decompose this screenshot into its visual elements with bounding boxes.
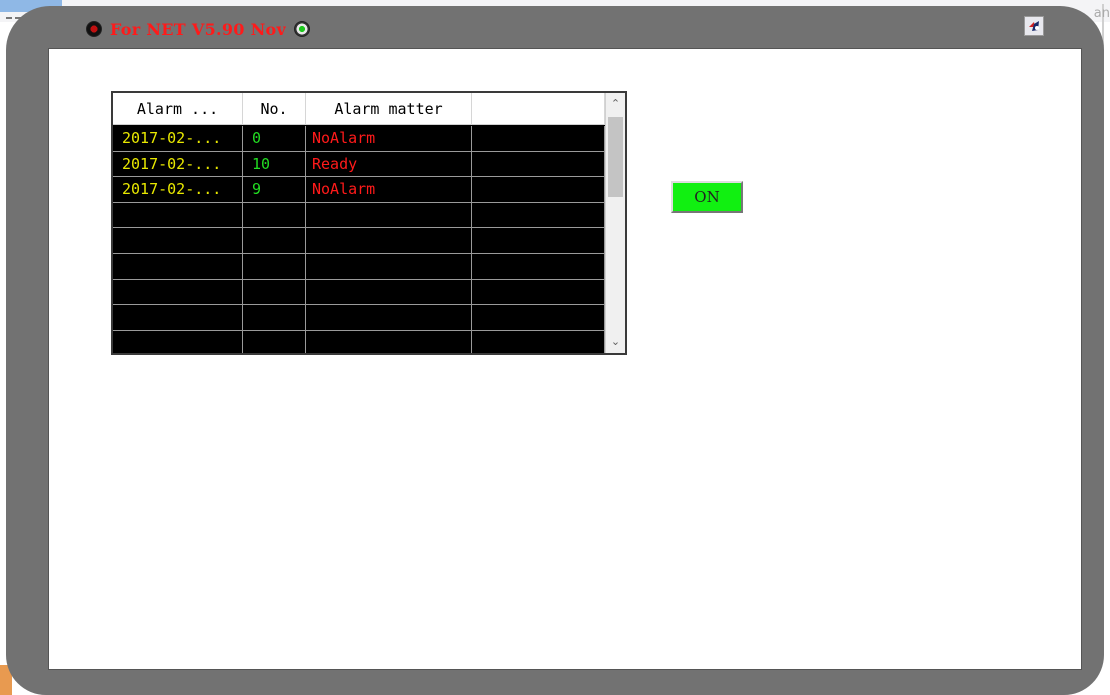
scroll-up-icon[interactable]: ⌃ (606, 93, 625, 115)
alarm-matter-cell (306, 305, 472, 330)
alarm-extra-cell (472, 253, 605, 279)
alarm-number-cell: 0 (243, 126, 306, 151)
content-panel: Alarm ... No. Alarm matter 2017-02-... 0 N… (48, 48, 1082, 670)
alarm-number-cell: 9 (243, 177, 306, 202)
alarm-number-cell (243, 279, 306, 305)
alarm-number-cell (243, 202, 306, 228)
alarm-number-cell (243, 228, 306, 253)
red-lamp-icon[interactable] (86, 21, 102, 37)
alarm-extra-cell (472, 305, 605, 330)
scroll-down-icon[interactable]: ⌄ (606, 331, 625, 353)
alarm-extra-cell (472, 228, 605, 253)
alarm-matter-cell: NoAlarm (306, 126, 472, 151)
alarm-matter-cell (306, 202, 472, 228)
alarm-list[interactable]: Alarm ... No. Alarm matter 2017-02-... 0 N… (111, 91, 627, 355)
alarm-matter-cell: Ready (306, 151, 472, 177)
alarm-row[interactable]: 2017-02-... 0 NoAlarm (113, 126, 605, 152)
alarm-row[interactable] (113, 253, 605, 280)
alarm-time-cell: 2017-02-... (113, 177, 243, 202)
alarm-time-cell (113, 330, 243, 353)
scrollbar-thumb[interactable] (608, 117, 623, 197)
alarm-matter-cell: NoAlarm (306, 177, 472, 202)
alarm-time-cell (113, 228, 243, 253)
alarm-time-cell (113, 202, 243, 228)
alarm-time-cell (113, 253, 243, 279)
alarm-row[interactable]: 2017-02-... 9 NoAlarm (113, 177, 605, 203)
alarm-number-cell (243, 253, 306, 279)
alarm-list-header: Alarm ... No. Alarm matter (113, 93, 605, 125)
alarm-row[interactable] (113, 330, 605, 353)
settings-icon[interactable] (1024, 16, 1044, 36)
column-header-alarm-time[interactable]: Alarm ... (113, 93, 243, 125)
alarm-row[interactable] (113, 279, 605, 306)
alarm-time-cell: 2017-02-... (113, 126, 243, 151)
vertical-scrollbar[interactable]: ⌃ ⌄ (605, 93, 625, 353)
on-button[interactable]: ON (671, 181, 743, 213)
alarm-time-cell: 2017-02-... (113, 151, 243, 177)
alarm-extra-cell (472, 330, 605, 353)
hmi-window-frame: For NET V5.90 Nov Alarm ... No. Alarm ma… (6, 6, 1104, 695)
alarm-row[interactable] (113, 202, 605, 229)
column-header-number[interactable]: No. (243, 93, 306, 125)
alarm-time-cell (113, 279, 243, 305)
alarm-row[interactable] (113, 305, 605, 331)
alarm-number-cell (243, 330, 306, 353)
column-header-alarm-matter[interactable]: Alarm matter (306, 93, 472, 125)
alarm-matter-cell (306, 253, 472, 279)
alarm-row[interactable] (113, 228, 605, 254)
alarm-row[interactable]: 2017-02-... 10 Ready (113, 151, 605, 178)
alarm-number-cell (243, 305, 306, 330)
alarm-extra-cell (472, 151, 605, 177)
alarm-number-cell: 10 (243, 151, 306, 177)
title-bar: For NET V5.90 Nov (86, 14, 311, 44)
alarm-extra-cell (472, 177, 605, 202)
green-lamp-icon[interactable] (294, 21, 311, 37)
alarm-matter-cell (306, 330, 472, 353)
alarm-time-cell (113, 305, 243, 330)
alarm-extra-cell (472, 202, 605, 228)
window-title: For NET V5.90 Nov (110, 19, 287, 39)
alarm-list-body: 2017-02-... 0 NoAlarm 2017-02-... 10 Ready 201… (113, 126, 605, 353)
alarm-extra-cell (472, 126, 605, 151)
column-header-empty[interactable] (472, 93, 605, 125)
alarm-extra-cell (472, 279, 605, 305)
alarm-matter-cell (306, 228, 472, 253)
alarm-matter-cell (306, 279, 472, 305)
background-text: an (1093, 6, 1110, 21)
